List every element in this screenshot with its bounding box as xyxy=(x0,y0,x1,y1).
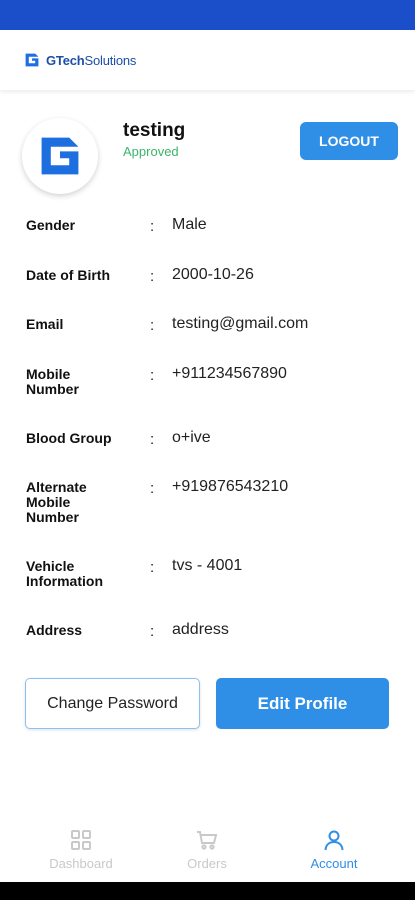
detail-label: Mobile Number xyxy=(26,366,79,397)
company-logo-icon xyxy=(41,137,79,175)
detail-separator: : xyxy=(150,480,155,497)
brand-logo-icon xyxy=(25,53,39,67)
detail-separator: : xyxy=(150,317,155,334)
detail-label: Alternate Mobile Number xyxy=(26,479,87,525)
detail-value: 2000-10-26 xyxy=(172,266,254,283)
detail-value: testing@gmail.com xyxy=(172,315,309,332)
dashboard-icon xyxy=(71,830,91,850)
detail-separator: : xyxy=(150,559,155,576)
detail-label: Gender xyxy=(26,217,76,233)
nav-item-account[interactable]: Account xyxy=(279,828,389,871)
user-name: testing xyxy=(123,120,186,141)
logout-button[interactable]: LOGOUT xyxy=(300,122,398,160)
nav-label: Dashboard xyxy=(49,856,113,871)
detail-label: Date of Birth xyxy=(26,267,110,283)
detail-label: Vehicle Information xyxy=(26,558,103,589)
detail-value: tvs - 4001 xyxy=(172,557,243,574)
nav-label: Account xyxy=(310,856,358,871)
detail-separator: : xyxy=(150,218,155,235)
detail-separator: : xyxy=(150,367,155,384)
status-bar xyxy=(0,0,415,30)
profile-header: testing Approved LOGOUT xyxy=(0,110,415,200)
detail-separator: : xyxy=(150,623,155,640)
status-badge: Approved xyxy=(123,144,179,159)
app-header: GTechSolutions xyxy=(0,30,415,90)
detail-label: Blood Group xyxy=(26,430,112,446)
nav-label: Orders xyxy=(187,856,227,871)
detail-label: Address xyxy=(26,622,83,638)
detail-label: Email xyxy=(26,316,64,332)
detail-value: +919876543210 xyxy=(172,478,289,495)
nav-item-orders[interactable]: Orders xyxy=(152,828,262,871)
nav-item-dashboard[interactable]: Dashboard xyxy=(26,828,136,871)
detail-separator: : xyxy=(150,268,155,285)
detail-value: Male xyxy=(172,216,207,233)
detail-value: address xyxy=(172,621,229,638)
avatar xyxy=(22,118,98,194)
system-navigation-bar xyxy=(0,882,415,900)
detail-value: +911234567890 xyxy=(172,365,287,382)
brand-name: GTechSolutions xyxy=(46,52,137,68)
bottom-nav: Dashboard Orders Account xyxy=(0,820,415,882)
cart-icon xyxy=(197,831,218,850)
detail-value: o+ive xyxy=(172,429,211,446)
account-icon xyxy=(324,830,344,851)
change-password-button[interactable]: Change Password xyxy=(25,678,200,729)
edit-profile-button[interactable]: Edit Profile xyxy=(216,678,389,729)
detail-separator: : xyxy=(150,431,155,448)
